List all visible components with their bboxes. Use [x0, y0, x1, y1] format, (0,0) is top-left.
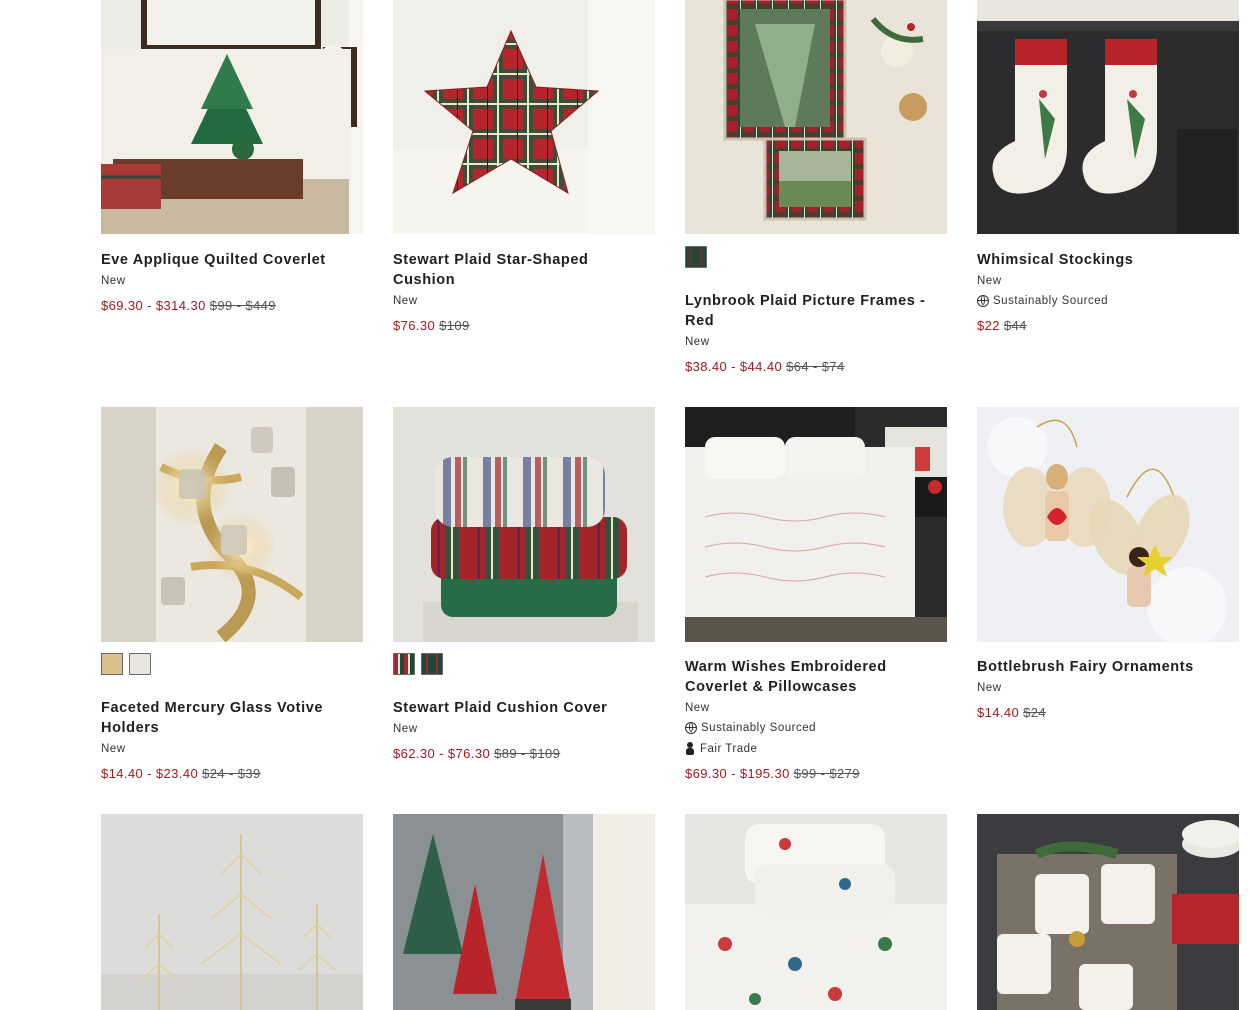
sustainably-sourced-tag: Sustainably Sourced [977, 295, 1108, 307]
globe-icon [977, 295, 989, 307]
product-image-stockings[interactable] [977, 0, 1239, 234]
color-swatch-silver[interactable] [129, 653, 151, 675]
sale-price: $14.40 - $23.40 [101, 766, 199, 781]
product-image-plaid-cushion-cover[interactable] [393, 407, 655, 642]
original-price: $24 - $39 [202, 766, 261, 781]
new-badge: New [685, 702, 710, 714]
product-title[interactable]: Whimsical Stockings [977, 250, 1227, 270]
product-title[interactable]: Faceted Mercury Glass Votive Holders [101, 698, 351, 738]
globe-icon [685, 722, 697, 734]
color-swatch-red-plaid[interactable] [393, 653, 415, 675]
product-price: $14.40 - $23.40 $24 - $39 [101, 766, 261, 781]
product-image-monogram-candles[interactable] [977, 814, 1239, 1010]
product-image-eve-coverlet[interactable] [101, 0, 363, 234]
product-price: $22 $44 [977, 318, 1027, 333]
product-image-star-cushion[interactable] [393, 0, 655, 234]
new-badge: New [101, 275, 126, 287]
fair-trade-tag: Fair Trade [685, 742, 757, 756]
sustainably-sourced-tag: Sustainably Sourced [685, 722, 816, 734]
sale-price: $14.40 [977, 705, 1020, 720]
original-price: $99 - $449 [209, 298, 276, 313]
color-swatch-green-plaid[interactable] [421, 653, 443, 675]
product-image-fairy-ornaments[interactable] [977, 407, 1239, 642]
new-badge: New [977, 682, 1002, 694]
product-price: $76.30 $109 [393, 318, 470, 333]
product-image-picture-frames[interactable] [685, 0, 947, 234]
product-price: $38.40 - $44.40 $64 - $74 [685, 359, 845, 374]
product-image-gnome-bedding[interactable] [685, 814, 947, 1010]
sale-price: $22 [977, 318, 1000, 333]
product-image-votive-holders[interactable] [101, 407, 363, 642]
product-title[interactable]: Stewart Plaid Cushion Cover [393, 698, 643, 718]
original-price: $24 [1023, 705, 1047, 720]
product-price: $69.30 - $314.30 $99 - $449 [101, 298, 276, 313]
product-price: $62.30 - $76.30 $89 - $109 [393, 746, 560, 761]
sale-price: $76.30 [393, 318, 436, 333]
product-image-warm-wishes-coverlet[interactable] [685, 407, 947, 642]
product-title[interactable]: Bottlebrush Fairy Ornaments [977, 657, 1227, 677]
new-badge: New [685, 336, 710, 348]
new-badge: New [977, 275, 1002, 287]
sale-price: $62.30 - $76.30 [393, 746, 491, 761]
original-price: $99 - $279 [793, 766, 860, 781]
new-badge: New [101, 743, 126, 755]
fair-trade-icon [685, 742, 696, 756]
color-swatch[interactable] [685, 246, 707, 268]
original-price: $109 [439, 318, 470, 333]
new-badge: New [393, 723, 418, 735]
product-price: $14.40 $24 [977, 705, 1046, 720]
sale-price: $69.30 - $195.30 [685, 766, 790, 781]
product-image-lit-wire-trees[interactable] [101, 814, 363, 1010]
product-title[interactable]: Warm Wishes Embroidered Coverlet & Pillo… [685, 657, 935, 697]
color-swatch-gold[interactable] [101, 653, 123, 675]
product-price: $69.30 - $195.30 $99 - $279 [685, 766, 860, 781]
product-title[interactable]: Eve Applique Quilted Coverlet [101, 250, 351, 270]
sale-price: $38.40 - $44.40 [685, 359, 783, 374]
product-title[interactable]: Lynbrook Plaid Picture Frames - Red [685, 291, 935, 331]
original-price: $89 - $109 [494, 746, 561, 761]
product-title[interactable]: Stewart Plaid Star-Shaped Cushion [393, 250, 643, 290]
original-price: $64 - $74 [786, 359, 845, 374]
product-image-red-berry-trees[interactable] [393, 814, 655, 1010]
original-price: $44 [1003, 318, 1027, 333]
sale-price: $69.30 - $314.30 [101, 298, 206, 313]
new-badge: New [393, 295, 418, 307]
